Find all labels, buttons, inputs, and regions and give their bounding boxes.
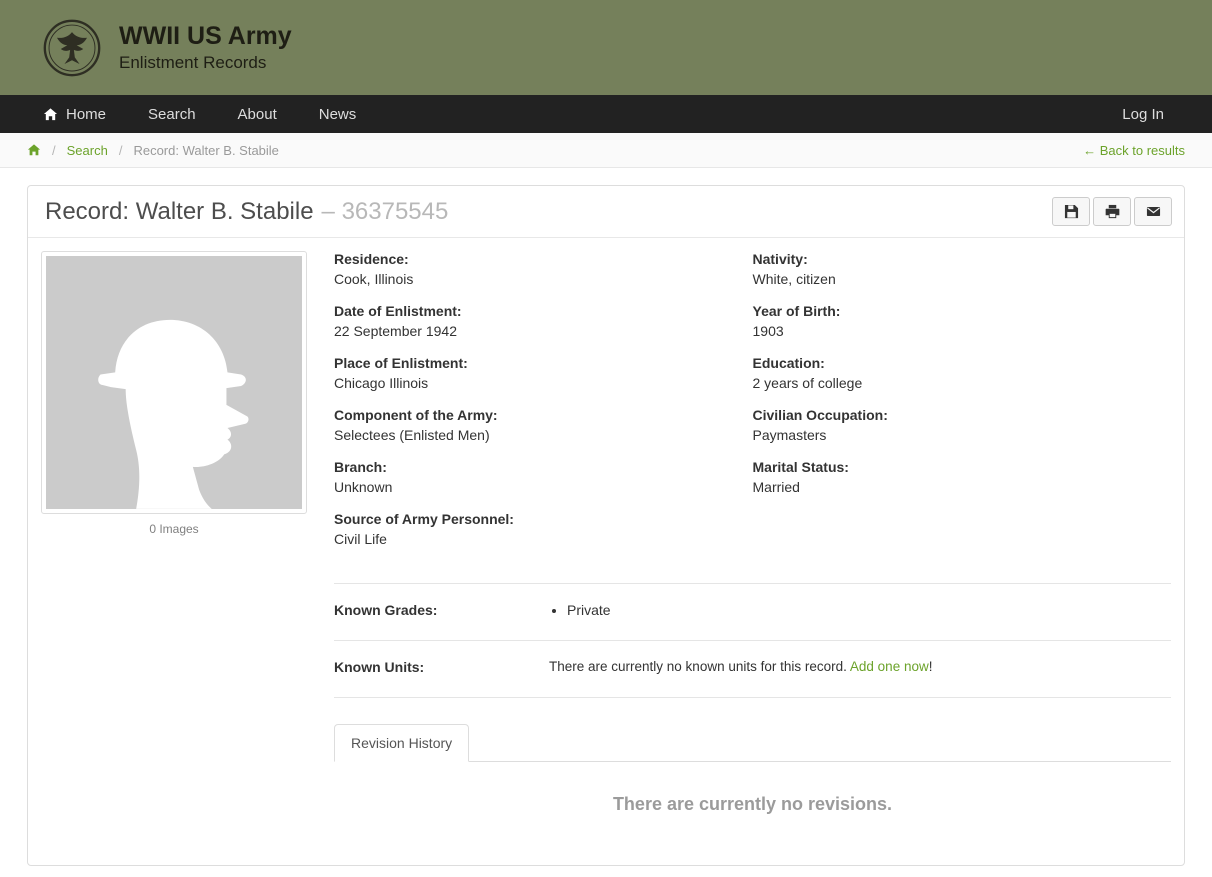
- grade-item: Private: [567, 602, 1171, 618]
- field-label: Education:: [752, 355, 825, 371]
- field-branch: Branch: Unknown: [334, 459, 753, 495]
- field-education: Education: 2 years of college: [753, 355, 1172, 391]
- soldier-silhouette-icon: [98, 320, 249, 509]
- fields-left-column: Residence: Cook, Illinois Date of Enlist…: [334, 251, 753, 563]
- field-value: Paymasters: [752, 427, 827, 443]
- breadcrumb-separator: /: [118, 142, 123, 158]
- field-year-of-birth: Year of Birth: 1903: [753, 303, 1172, 339]
- record-serial-number: – 36375545: [321, 197, 449, 225]
- print-icon: [1105, 204, 1119, 219]
- save-button[interactable]: [1052, 197, 1090, 226]
- site-title-block: WWII US Army Enlistment Records: [119, 22, 292, 73]
- breadcrumb-separator: /: [52, 142, 56, 158]
- email-icon: [1146, 207, 1160, 216]
- field-value: 2 years of college: [752, 375, 863, 391]
- back-to-results-link[interactable]: ← Back to results: [1083, 143, 1185, 158]
- print-button[interactable]: [1093, 197, 1131, 226]
- breadcrumb: / Search / Record: Walter B. Stabile ← B…: [0, 133, 1212, 168]
- field-nativity: Nativity: White, citizen: [753, 251, 1172, 287]
- field-value: 1903: [752, 323, 784, 339]
- field-value: White, citizen: [752, 271, 836, 287]
- field-value: Unknown: [334, 479, 393, 495]
- nav-item-news[interactable]: News: [298, 95, 378, 133]
- known-units-empty-text: There are currently no known units for t…: [549, 659, 847, 674]
- record-card-header: Record: Walter B. Stabile – 36375545: [28, 186, 1184, 238]
- field-value: Selectees (Enlisted Men): [334, 427, 490, 443]
- field-civilian-occupation: Civilian Occupation: Paymasters: [753, 407, 1172, 443]
- nav-label-login: Log In: [1122, 105, 1164, 123]
- nav-item-home[interactable]: Home: [27, 95, 127, 133]
- nav-item-login[interactable]: Log In: [1101, 95, 1185, 133]
- known-grades-list: Private: [549, 602, 1171, 618]
- record-details-column: Residence: Cook, Illinois Date of Enlist…: [334, 251, 1171, 865]
- field-label: Source of Army Personnel:: [334, 511, 514, 527]
- field-component-of-army: Component of the Army: Selectees (Enlist…: [334, 407, 753, 443]
- field-value: Married: [752, 479, 800, 495]
- field-value: Civil Life: [334, 531, 387, 547]
- army-seal-logo: [43, 19, 101, 76]
- field-value: Chicago Illinois: [334, 375, 429, 391]
- field-label: Year of Birth:: [752, 303, 841, 319]
- nav-item-search[interactable]: Search: [127, 95, 217, 133]
- breadcrumb-link-search[interactable]: Search: [67, 143, 108, 158]
- field-label: Civilian Occupation:: [752, 407, 888, 423]
- photo-column: 0 Images: [41, 251, 307, 865]
- site-header: WWII US Army Enlistment Records: [0, 0, 1212, 95]
- site-title: WWII US Army: [119, 22, 292, 51]
- add-unit-link[interactable]: Add one now: [850, 659, 929, 674]
- soldier-silhouette-image: [46, 256, 302, 509]
- field-label: Component of the Army:: [334, 407, 498, 423]
- home-icon: [43, 107, 58, 120]
- field-marital-status: Marital Status: Married: [753, 459, 1172, 495]
- known-grades-content: Private: [549, 602, 1171, 618]
- nav-item-about[interactable]: About: [217, 95, 298, 133]
- tab-bar: Revision History: [334, 724, 1171, 762]
- known-units-section: Known Units: There are currently no know…: [334, 640, 1171, 697]
- field-value: Cook, Illinois: [334, 271, 414, 287]
- field-date-of-enlistment: Date of Enlistment: 22 September 1942: [334, 303, 753, 339]
- field-label: Marital Status:: [752, 459, 849, 475]
- field-label: Residence:: [334, 251, 409, 267]
- field-source-of-personnel: Source of Army Personnel: Civil Life: [334, 511, 753, 547]
- breadcrumb-current: Record: Walter B. Stabile: [133, 142, 279, 158]
- record-card-body: 0 Images Residence: Cook, Illinois Date …: [28, 238, 1184, 865]
- breadcrumb-home-icon[interactable]: [27, 143, 41, 157]
- known-units-suffix: !: [928, 659, 933, 674]
- known-grades-section: Known Grades: Private: [334, 583, 1171, 640]
- revision-tabs-area: Revision History There are currently no …: [334, 697, 1171, 815]
- tab-revision-history[interactable]: Revision History: [334, 724, 470, 762]
- revisions-empty-message: There are currently no revisions.: [612, 794, 893, 814]
- record-photo-placeholder: [41, 251, 307, 514]
- email-button[interactable]: [1134, 197, 1172, 226]
- field-label: Date of Enlistment:: [334, 303, 462, 319]
- field-label: Branch:: [334, 459, 387, 475]
- main-nav: Home Search About News Log In: [0, 95, 1212, 133]
- nav-label-news: News: [318, 105, 357, 123]
- field-label: Place of Enlistment:: [334, 355, 468, 371]
- known-grades-label: Known Grades:: [334, 602, 438, 618]
- known-units-label: Known Units:: [334, 659, 425, 675]
- field-residence: Residence: Cook, Illinois: [334, 251, 753, 287]
- known-units-content: There are currently no known units for t…: [549, 659, 1171, 675]
- record-action-buttons: [1052, 197, 1172, 226]
- record-card: Record: Walter B. Stabile – 36375545 0 I…: [27, 185, 1185, 866]
- record-fields: Residence: Cook, Illinois Date of Enlist…: [334, 251, 1171, 563]
- nav-label-home: Home: [66, 105, 107, 123]
- field-label: Nativity:: [752, 251, 808, 267]
- save-icon: [1064, 204, 1078, 219]
- record-title: Record: Walter B. Stabile: [45, 197, 314, 225]
- image-count-caption: 0 Images: [149, 522, 199, 536]
- field-place-of-enlistment: Place of Enlistment: Chicago Illinois: [334, 355, 753, 391]
- field-value: 22 September 1942: [334, 323, 457, 339]
- nav-label-about: About: [237, 105, 277, 123]
- nav-label-search: Search: [148, 105, 196, 123]
- site-subtitle: Enlistment Records: [119, 52, 267, 72]
- fields-right-column: Nativity: White, citizen Year of Birth: …: [753, 251, 1172, 563]
